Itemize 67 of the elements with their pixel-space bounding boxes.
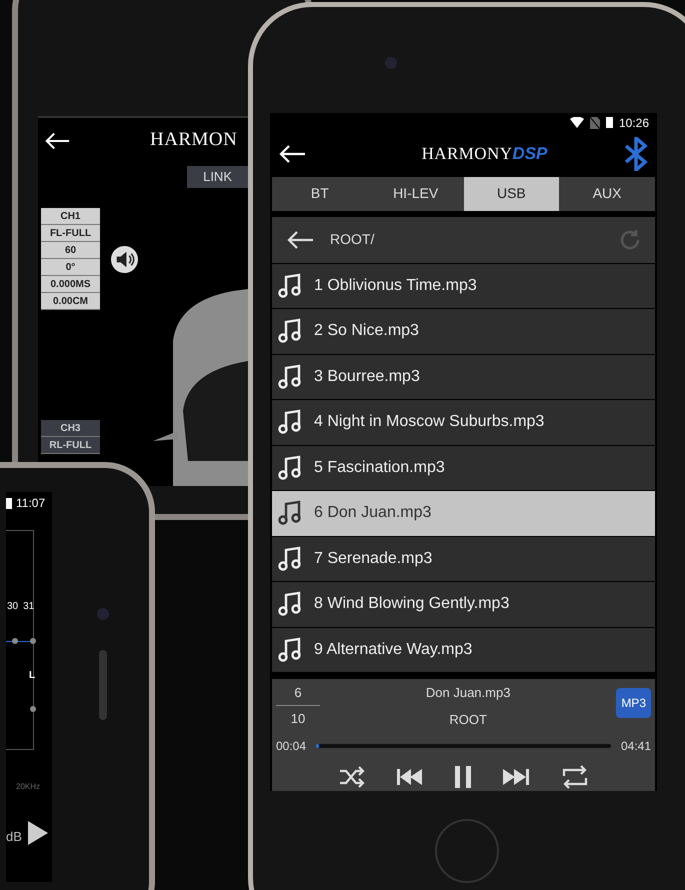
channel-value: RL-FULL <box>41 437 100 454</box>
channel-value: CH1 <box>41 208 100 225</box>
track-row[interactable]: 6 Don Juan.mp3 <box>272 491 655 536</box>
band-label: 31 <box>23 600 34 614</box>
band-label: L <box>29 669 36 683</box>
channel-value: 60 <box>41 242 100 259</box>
channel-value: 0.000MS <box>41 276 100 293</box>
brand-logo: HARMON <box>150 128 238 152</box>
track-row[interactable]: 4 Night in Moscow Suburbs.mp3 <box>272 400 655 444</box>
track-row[interactable]: 2 So Nice.mp3 <box>272 309 655 354</box>
battery-icon <box>606 117 613 128</box>
channel-value: CH3 <box>41 420 100 437</box>
music-note-icon <box>278 409 302 436</box>
shuffle-icon[interactable] <box>338 766 364 788</box>
right-arrow-icon[interactable] <box>28 821 48 845</box>
music-note-icon <box>278 364 302 390</box>
music-note-icon <box>278 636 302 663</box>
camera-icon <box>385 57 397 69</box>
repeat-icon[interactable] <box>560 763 588 791</box>
speaker-icon[interactable] <box>110 244 139 274</box>
format-badge: MP3 <box>616 688 651 718</box>
back-arrow-icon[interactable] <box>286 230 314 250</box>
channel-value: 0° <box>41 259 100 276</box>
pause-icon[interactable] <box>454 766 470 788</box>
track-total: 10 <box>290 710 306 728</box>
source-tab[interactable]: HI-LEV <box>368 176 464 211</box>
now-playing-folder: ROOT <box>449 710 487 728</box>
music-note-icon <box>278 500 302 526</box>
speaker-grille <box>99 650 107 720</box>
folder-path: ROOT/ <box>330 230 376 250</box>
duration-time: 04:41 <box>620 738 651 755</box>
previous-icon[interactable] <box>396 769 422 785</box>
channel-panel[interactable]: CH1 FL-FULL 60 0° 0.000MS 0.00CM <box>41 208 100 310</box>
track-row[interactable]: 8 Wind Blowing Gently.mp3 <box>272 582 655 626</box>
track-row[interactable]: 3 Bourree.mp3 <box>272 354 655 399</box>
music-note-icon <box>278 272 302 299</box>
channel-value: FL-FULL <box>41 225 100 242</box>
bluetooth-icon[interactable] <box>622 136 649 171</box>
music-note-icon <box>278 318 302 344</box>
source-tab[interactable]: USB <box>464 176 560 211</box>
now-playing-title: Don Juan.mp3 <box>426 684 510 702</box>
status-time: 11:07 <box>16 495 46 512</box>
track-row[interactable]: 7 Serenade.mp3 <box>272 536 655 581</box>
track-row[interactable]: 9 Alternative Way.mp3 <box>272 628 655 672</box>
elapsed-time: 00:04 <box>276 738 306 755</box>
brand-logo: HARMONYDSP <box>422 143 548 166</box>
music-note-icon <box>278 454 302 481</box>
music-note-icon <box>278 591 302 618</box>
source-tab[interactable]: BT <box>272 176 368 211</box>
channel-panel[interactable]: CH3 RL-FULL <box>41 420 100 454</box>
progress-track[interactable] <box>316 744 611 748</box>
wifi-icon <box>570 117 584 128</box>
source-tab[interactable]: AUX <box>559 176 655 211</box>
link-button[interactable]: LINK <box>187 166 248 188</box>
music-note-icon <box>278 546 302 572</box>
frequency-label: 20KHz <box>16 781 40 793</box>
next-icon[interactable] <box>502 769 528 785</box>
battery-icon <box>6 498 12 508</box>
camera-icon <box>97 608 109 620</box>
status-time: 10:26 <box>618 114 649 132</box>
track-row[interactable]: 5 Fascination.mp3 <box>272 446 655 490</box>
gain-label: dB <box>6 828 22 846</box>
band-label: 30 <box>7 600 18 614</box>
track-row[interactable]: 1 Oblivionus Time.mp3 <box>272 264 655 308</box>
no-sim-icon <box>590 116 600 129</box>
track-index: 6 <box>276 683 320 706</box>
channel-value: 0.00CM <box>41 293 100 310</box>
